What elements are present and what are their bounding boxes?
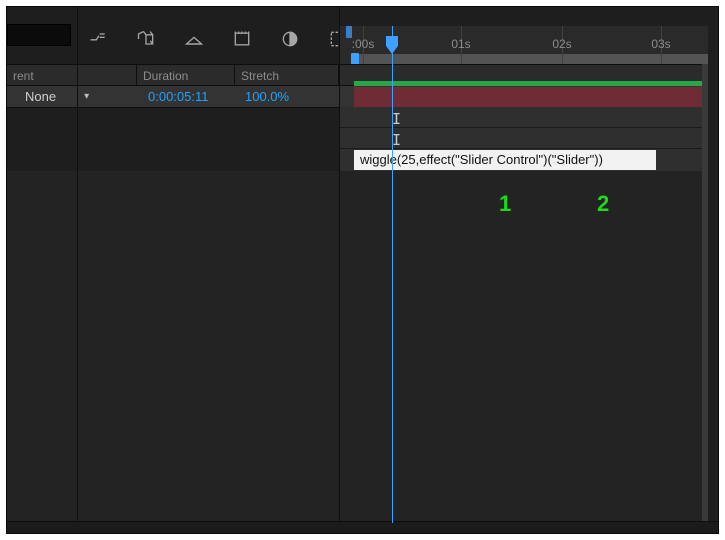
col-duration[interactable]: Duration xyxy=(137,65,235,85)
col-stretch[interactable]: Stretch xyxy=(235,65,339,85)
ruler-label: 02s xyxy=(552,37,571,51)
bottom-bar xyxy=(7,521,718,533)
work-area-bar[interactable] xyxy=(353,54,708,64)
panel-divider[interactable] xyxy=(77,7,78,533)
frame-blend-icon[interactable] xyxy=(181,26,207,52)
chevron-down-icon: ▾ xyxy=(84,91,89,102)
playhead[interactable] xyxy=(392,26,393,523)
annotation-label: 1 xyxy=(499,191,511,217)
ruler-label: :00s xyxy=(352,37,375,51)
col-parent[interactable]: rent xyxy=(7,65,137,85)
timeline-toolbar xyxy=(85,15,351,63)
shy-icon[interactable] xyxy=(85,26,111,52)
property-row-2[interactable]: I xyxy=(340,128,708,149)
layer-color-swatch[interactable] xyxy=(7,24,71,46)
adjustment-icon[interactable] xyxy=(277,26,303,52)
ruler-label: 01s xyxy=(451,37,470,51)
property-row-1[interactable]: I xyxy=(340,107,708,128)
annotation-label: 2 xyxy=(597,191,609,217)
motion-blur-icon[interactable] xyxy=(229,26,255,52)
3d-cube-icon[interactable] xyxy=(133,26,159,52)
layer-stretch[interactable]: 100.0% xyxy=(245,86,289,108)
timeline-panel: rent Duration Stretch None ▾ 0:00:05:11 … xyxy=(6,6,719,534)
parent-value: None xyxy=(25,89,56,104)
vertical-scrollbar[interactable] xyxy=(702,64,708,521)
layer-duration-bar[interactable] xyxy=(354,87,708,107)
expression-input[interactable]: wiggle(25,effect("Slider Control")("Slid… xyxy=(354,150,656,170)
layer-duration[interactable]: 0:00:05:11 xyxy=(148,86,208,108)
ruler-label: 03s xyxy=(651,37,670,51)
panel-divider[interactable] xyxy=(339,7,340,533)
expression-pickwhip-icon[interactable]: I xyxy=(392,131,401,149)
parent-dropdown[interactable]: None ▾ xyxy=(25,86,89,107)
timeline-body[interactable] xyxy=(7,171,708,533)
expression-pickwhip-icon[interactable]: I xyxy=(392,110,401,128)
